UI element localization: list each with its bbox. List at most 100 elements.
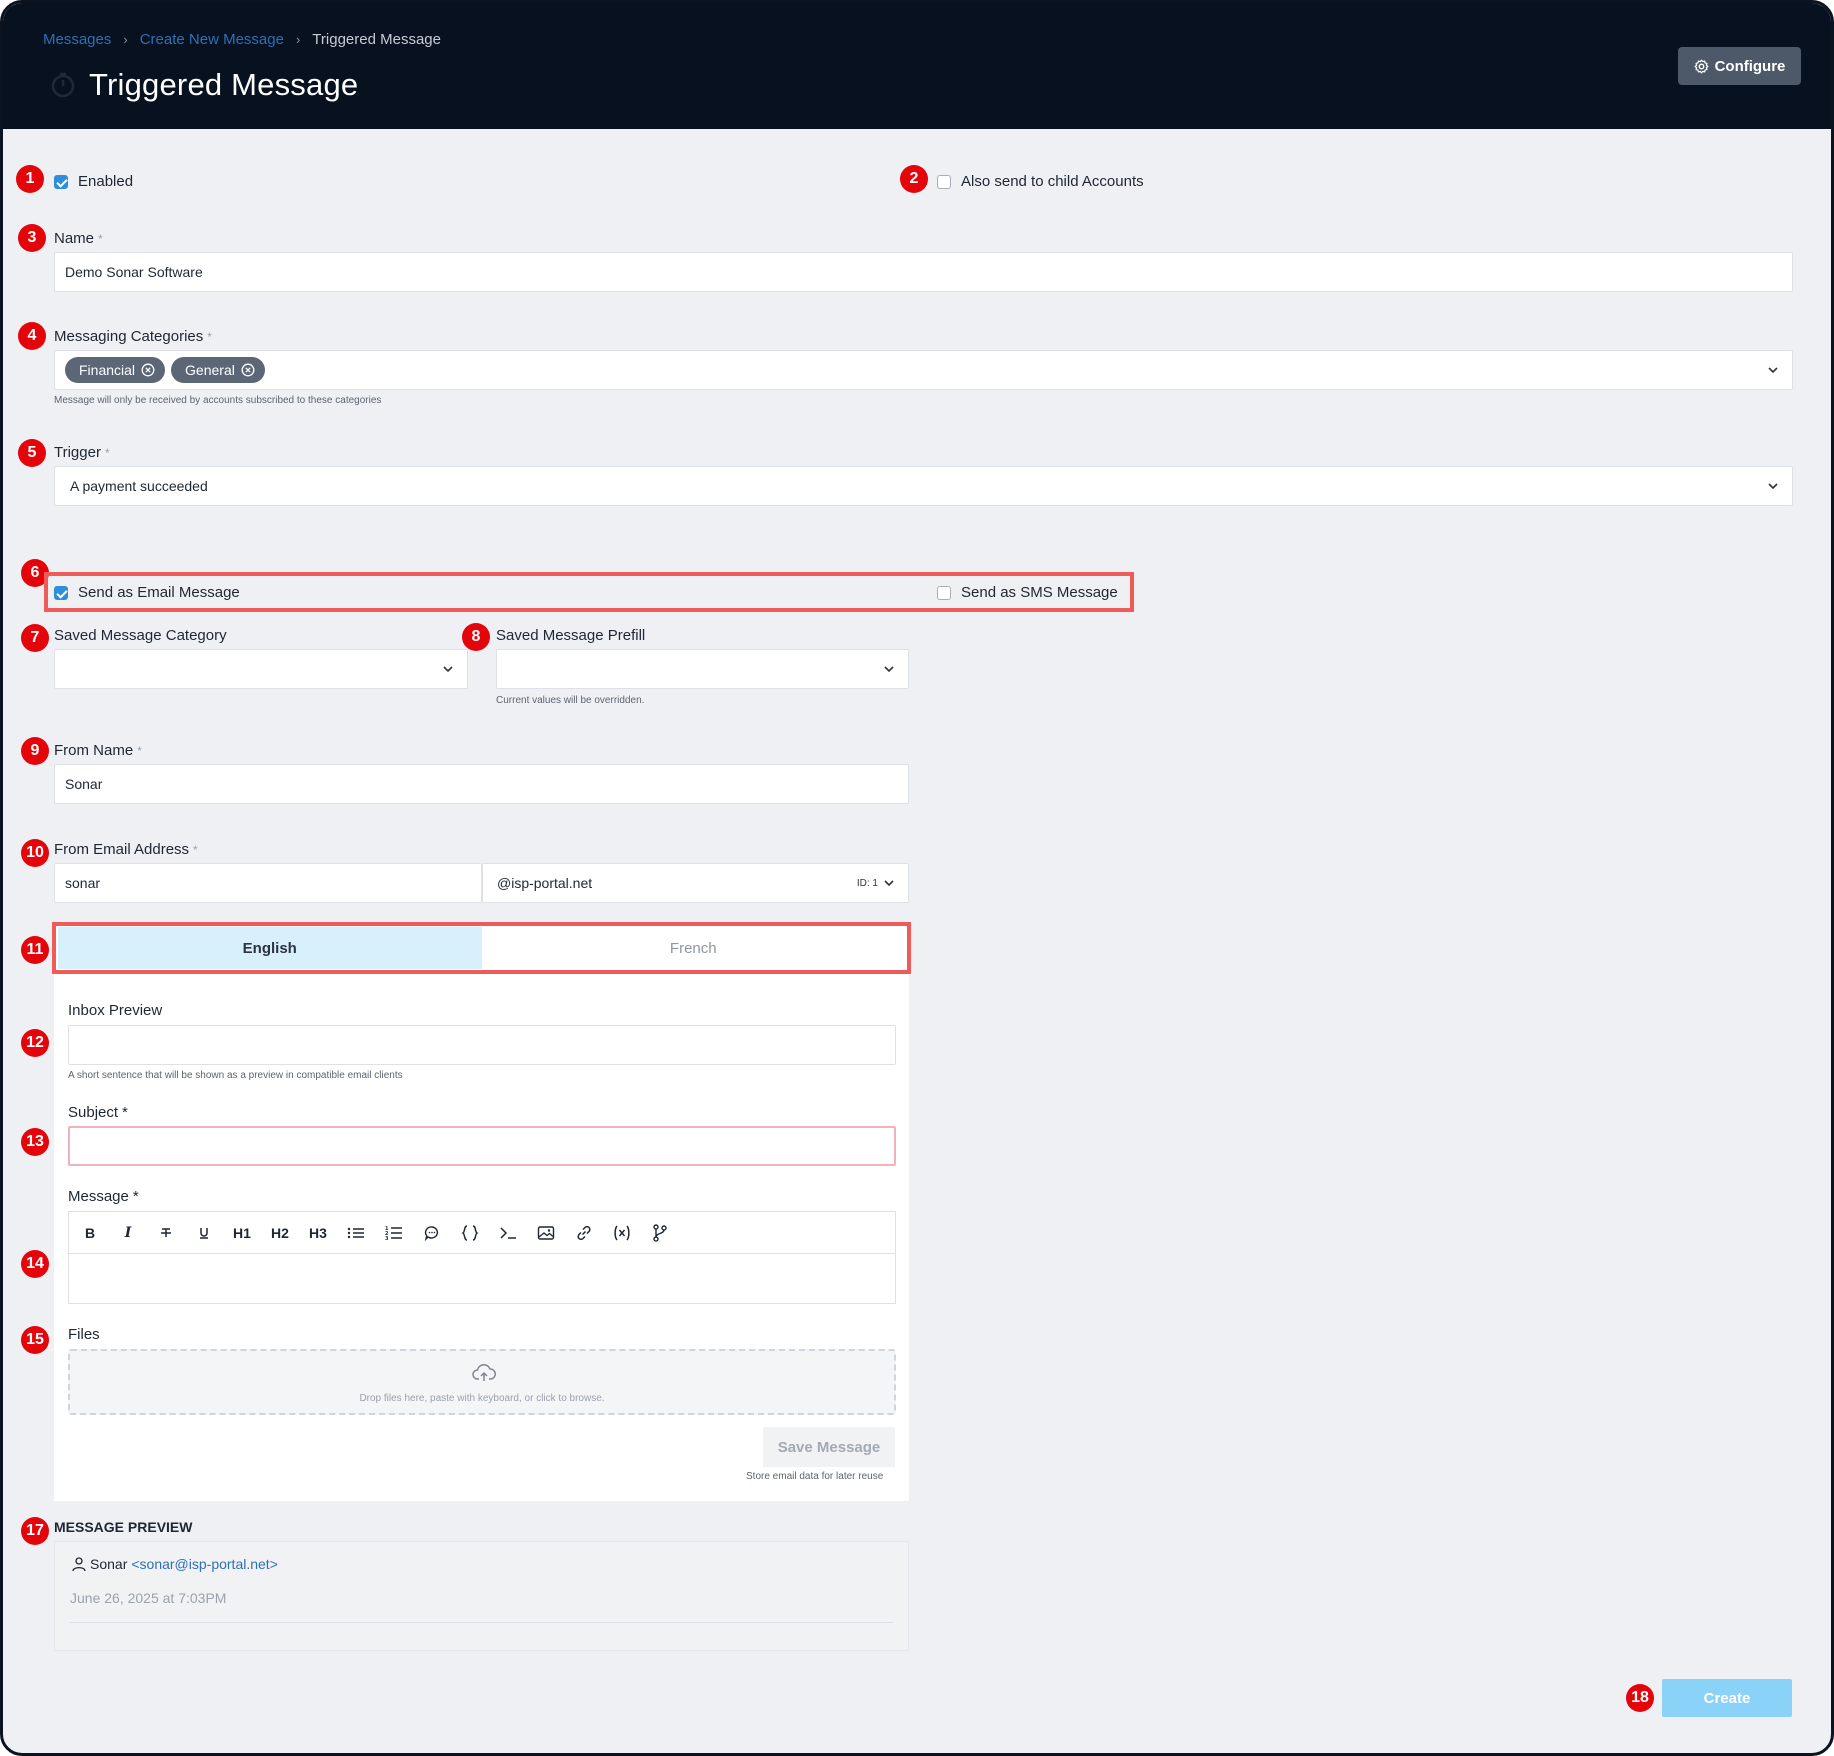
- chevron-down-icon: [1768, 367, 1778, 374]
- categories-label: Messaging Categories *: [54, 328, 212, 345]
- ordered-list-button[interactable]: 123: [375, 1212, 413, 1254]
- message-editor[interactable]: B I H1 H2 H3 123: [68, 1211, 896, 1304]
- save-message-button[interactable]: Save Message: [763, 1427, 895, 1467]
- breadcrumb: Messages › Create New Message › Triggere…: [43, 31, 441, 48]
- enabled-checkbox[interactable]: [54, 175, 68, 189]
- branch-button[interactable]: [641, 1212, 679, 1254]
- strikethrough-button[interactable]: [147, 1212, 185, 1254]
- chevron-down-icon: [443, 666, 453, 673]
- stopwatch-icon: [51, 72, 75, 98]
- subject-input[interactable]: [68, 1126, 896, 1166]
- gear-icon: [1694, 59, 1709, 73]
- child-accounts-checkbox[interactable]: [937, 175, 951, 189]
- remove-chip-icon[interactable]: [141, 363, 155, 377]
- bold-button[interactable]: B: [71, 1212, 109, 1254]
- variable-icon: [614, 1225, 630, 1240]
- from-name-label-text: From Name: [54, 742, 134, 759]
- badge-17: 17: [21, 1517, 49, 1545]
- send-sms-label: Send as SMS Message: [961, 584, 1118, 601]
- variable-button[interactable]: [603, 1212, 641, 1254]
- preview-divider: [70, 1622, 893, 1623]
- inbox-preview-input[interactable]: [68, 1025, 896, 1065]
- badge-12: 12: [21, 1029, 49, 1057]
- badge-13: 13: [21, 1128, 49, 1156]
- from-email-label: From Email Address *: [54, 841, 198, 858]
- required-mark: *: [122, 1104, 128, 1121]
- from-email-domain-select[interactable]: @isp-portal.net ID: 1: [482, 863, 909, 903]
- inbox-preview-label: Inbox Preview: [68, 1002, 163, 1019]
- required-mark: *: [137, 744, 142, 758]
- from-name-input[interactable]: Sonar: [54, 764, 909, 804]
- terminal-icon: [500, 1226, 516, 1239]
- saved-prefill-label: Saved Message Prefill: [496, 627, 646, 644]
- comment-button[interactable]: [413, 1212, 451, 1254]
- saved-category-select[interactable]: [54, 649, 468, 689]
- domain-id-label: ID: 1: [856, 877, 878, 889]
- chip-label: General: [185, 362, 235, 378]
- ordered-list-icon: 123: [385, 1226, 402, 1241]
- badge-14: 14: [21, 1250, 49, 1278]
- terminal-button[interactable]: [489, 1212, 527, 1254]
- breadcrumb-separator: ›: [123, 32, 128, 47]
- badge-3: 3: [18, 224, 46, 252]
- create-button[interactable]: Create: [1662, 1679, 1792, 1717]
- badge-4: 4: [18, 322, 46, 350]
- preview-sender-name: Sonar: [90, 1556, 128, 1572]
- send-email-label: Send as Email Message: [78, 584, 240, 601]
- saved-category-label: Saved Message Category: [54, 627, 227, 644]
- image-button[interactable]: [527, 1212, 565, 1254]
- chip-label: Financial: [79, 362, 136, 378]
- link-button[interactable]: [565, 1212, 603, 1254]
- badge-5: 5: [18, 439, 46, 467]
- message-label: Message *: [68, 1188, 139, 1205]
- from-email-local-input[interactable]: sonar: [54, 863, 482, 903]
- breadcrumb-current: Triggered Message: [312, 31, 441, 48]
- image-icon: [537, 1225, 555, 1240]
- trigger-label: Trigger *: [54, 444, 110, 461]
- breadcrumb-messages[interactable]: Messages: [43, 31, 111, 48]
- from-name-label: From Name *: [54, 742, 142, 759]
- title-row: Triggered Message: [49, 67, 358, 103]
- file-dropzone[interactable]: Drop files here, paste with keyboard, or…: [68, 1349, 896, 1415]
- from-email-local-value: sonar: [65, 875, 101, 891]
- message-preview: Sonar <sonar@isp-portal.net> June 26, 20…: [54, 1541, 909, 1651]
- send-email-checkbox[interactable]: [54, 586, 68, 600]
- remove-chip-icon[interactable]: [241, 363, 255, 377]
- bullet-list-button[interactable]: [337, 1212, 375, 1254]
- underline-icon: [200, 1227, 208, 1239]
- preview-sender: Sonar <sonar@isp-portal.net>: [71, 1556, 278, 1572]
- send-sms-checkbox[interactable]: [937, 586, 951, 600]
- chevron-down-icon: [884, 666, 894, 673]
- chevron-down-icon: [1768, 483, 1778, 490]
- required-mark: *: [98, 232, 103, 246]
- heading-3-button[interactable]: H3: [299, 1212, 337, 1254]
- badge-1: 1: [16, 165, 44, 193]
- language-tabs-highlight: [52, 922, 911, 974]
- badge-18: 18: [1626, 1684, 1654, 1712]
- upload-cloud-icon: [472, 1363, 496, 1381]
- configure-button[interactable]: Configure: [1678, 47, 1801, 85]
- save-message-hint: Store email data for later reuse: [746, 1471, 884, 1482]
- app-frame: Messages › Create New Message › Triggere…: [0, 0, 1834, 1756]
- breadcrumb-create-new-message[interactable]: Create New Message: [140, 31, 284, 48]
- heading-1-button[interactable]: H1: [223, 1212, 261, 1254]
- page-header: Messages › Create New Message › Triggere…: [3, 3, 1831, 129]
- name-input[interactable]: Demo Sonar Software: [54, 252, 1793, 292]
- code-braces-button[interactable]: [451, 1212, 489, 1254]
- from-name-value: Sonar: [65, 776, 103, 792]
- categories-label-text: Messaging Categories: [54, 328, 204, 345]
- underline-button[interactable]: [185, 1212, 223, 1254]
- heading-2-button[interactable]: H2: [261, 1212, 299, 1254]
- child-accounts-label: Also send to child Accounts: [961, 173, 1144, 190]
- dropzone-text: Drop files here, paste with keyboard, or…: [359, 1393, 605, 1404]
- trigger-select[interactable]: A payment succeeded: [54, 466, 1793, 506]
- categories-select[interactable]: Financial General: [54, 350, 1793, 390]
- from-email-domain-value: @isp-portal.net: [497, 875, 593, 891]
- required-mark: *: [132, 1188, 139, 1205]
- required-mark: *: [207, 330, 212, 344]
- italic-button[interactable]: I: [109, 1212, 147, 1254]
- badge-2: 2: [900, 165, 928, 193]
- files-label: Files: [68, 1326, 100, 1343]
- badge-9: 9: [21, 737, 49, 765]
- saved-prefill-select[interactable]: [496, 649, 909, 689]
